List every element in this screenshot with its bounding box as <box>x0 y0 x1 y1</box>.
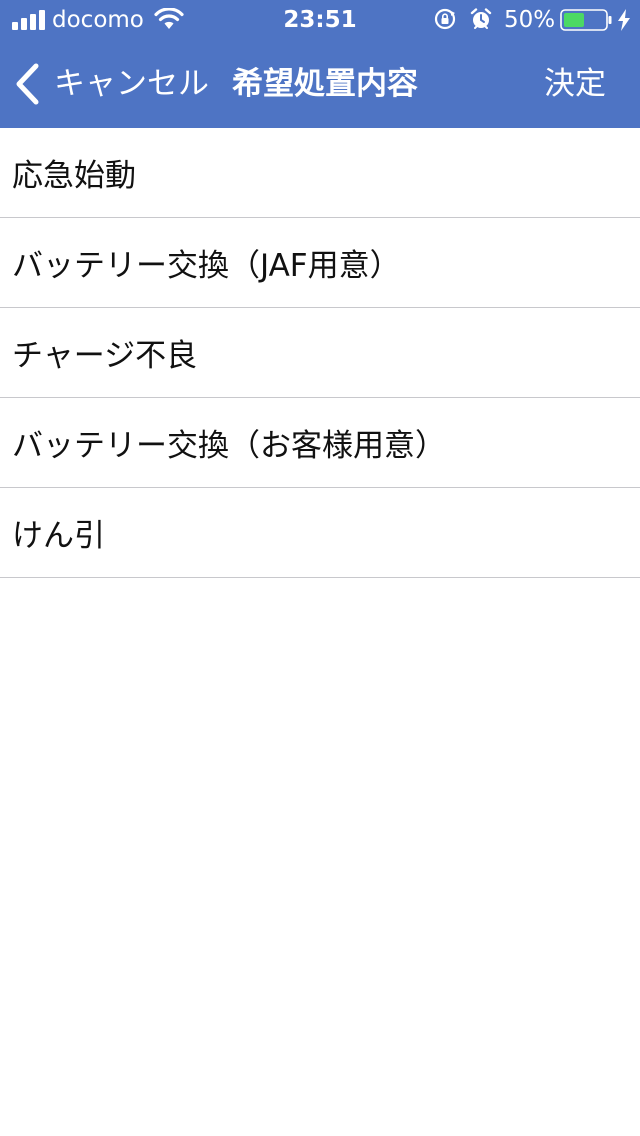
list-item-towing[interactable]: けん引 <box>0 488 640 578</box>
cancel-label: キャンセル <box>54 66 209 102</box>
rotation-lock-icon <box>434 8 456 30</box>
status-bar: docomo 23:51 50% <box>0 0 640 40</box>
list-item-battery-replace-customer[interactable]: バッテリー交換（お客様用意） <box>0 398 640 488</box>
cancel-button[interactable]: キャンセル <box>14 62 209 106</box>
done-button[interactable]: 決定 <box>544 62 606 106</box>
page-title: 希望処置内容 <box>232 66 418 102</box>
list-item-battery-replace-jaf[interactable]: バッテリー交換（JAF用意） <box>0 218 640 308</box>
battery-percentage: 50% <box>504 7 556 33</box>
chevron-left-icon <box>16 63 39 105</box>
header: docomo 23:51 50% キャンセル 希望処置内容 決定 <box>0 0 640 128</box>
charging-bolt-icon <box>618 9 630 31</box>
battery-icon <box>560 9 612 31</box>
list-item-emergency-start[interactable]: 応急始動 <box>0 128 640 218</box>
list-item-charging-failure[interactable]: チャージ不良 <box>0 308 640 398</box>
alarm-icon <box>470 8 492 29</box>
option-list: 応急始動 バッテリー交換（JAF用意） チャージ不良 バッテリー交換（お客様用意… <box>0 128 640 578</box>
